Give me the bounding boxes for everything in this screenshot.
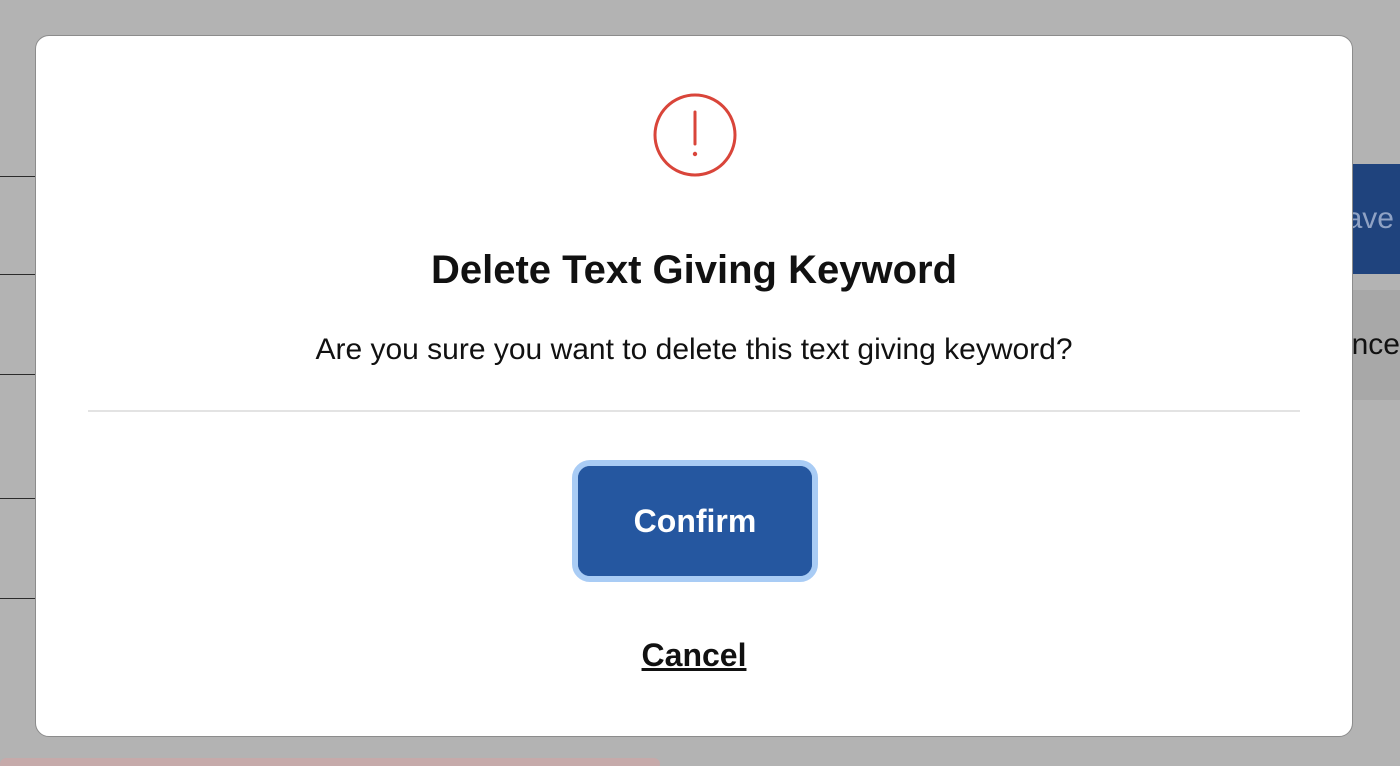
background-row-divider (0, 374, 40, 375)
background-alert-strip (0, 758, 660, 766)
delete-keyword-dialog: Delete Text Giving Keyword Are you sure … (35, 35, 1353, 737)
background-row-divider (0, 274, 40, 275)
dialog-message: Are you sure you want to delete this tex… (315, 333, 1073, 366)
dialog-title: Delete Text Giving Keyword (430, 248, 958, 292)
background-row-divider (0, 498, 40, 499)
confirm-button-label: Confirm (578, 466, 812, 576)
background-cancel-label: nce (1351, 328, 1400, 361)
alert-circle-icon (653, 93, 737, 177)
dialog-divider (88, 410, 1300, 412)
background-row-divider (0, 176, 40, 177)
background-row-divider (0, 598, 40, 599)
cancel-link[interactable]: Cancel (36, 634, 1352, 676)
confirm-button[interactable]: Confirm (572, 460, 818, 582)
page: ave nce Delete Text Giving Keyword Are y… (0, 0, 1400, 766)
